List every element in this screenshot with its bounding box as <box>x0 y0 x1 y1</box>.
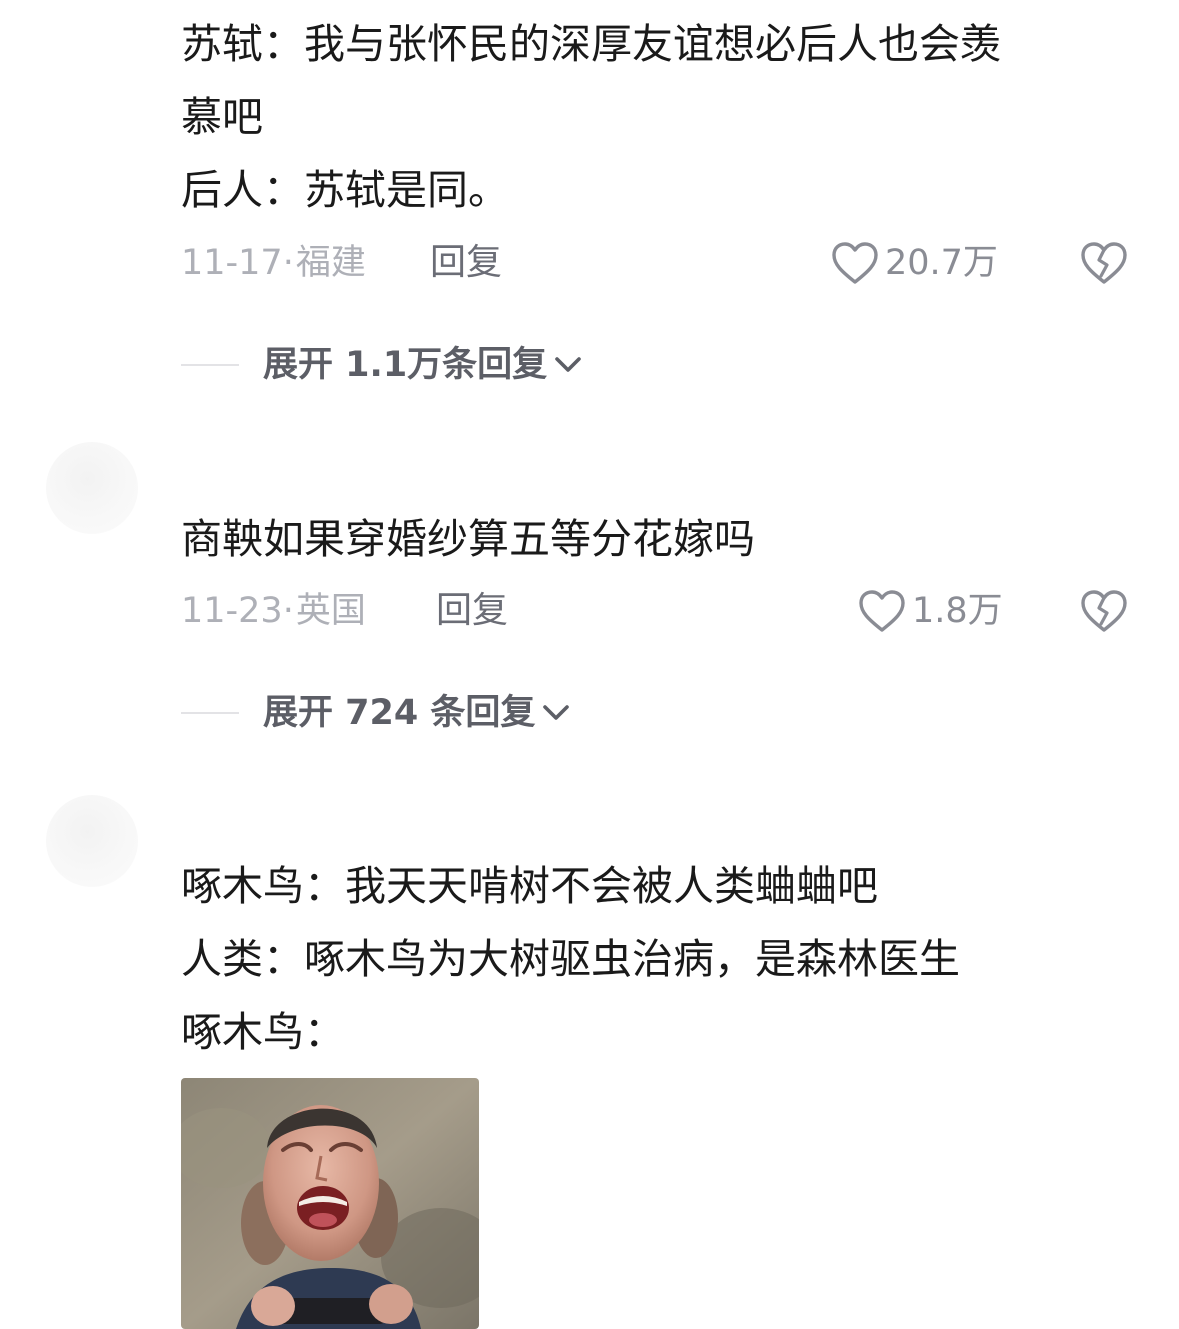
comment-date: 11-17 <box>181 243 283 283</box>
comment-meta: 11-23 · 英国 <box>181 589 366 633</box>
like-button[interactable]: 1.8万 <box>858 589 1003 633</box>
reply-button[interactable]: 回复 <box>430 241 502 285</box>
comment-text: 苏轼：我与张怀民的深厚友谊想必后人也会羡 慕吧 后人：苏轼是同。 <box>181 20 1001 214</box>
like-count: 20.7万 <box>885 243 998 283</box>
comment-date: 11-23 <box>181 591 283 631</box>
avatar[interactable] <box>46 442 138 534</box>
broken-heart-icon[interactable] <box>1080 588 1128 634</box>
chevron-down-icon <box>555 357 582 372</box>
chevron-down-icon <box>543 705 570 720</box>
heart-outline-icon <box>832 242 878 284</box>
like-button[interactable]: 20.7万 <box>831 241 998 285</box>
comment-image[interactable] <box>181 1078 479 1329</box>
comment-text: 商鞅如果穿婚纱算五等分花嫁吗 <box>181 515 755 563</box>
comment-location: 福建 <box>295 243 366 283</box>
expand-replies-label: 展开 724 条回复 <box>263 693 536 733</box>
meta-dot: · <box>282 591 294 631</box>
divider-line <box>181 712 239 714</box>
reply-button[interactable]: 回复 <box>436 589 508 633</box>
expand-replies-button[interactable]: 展开 1.1万条回复 <box>181 343 583 387</box>
meta-dot: · <box>282 243 294 283</box>
like-count: 1.8万 <box>912 591 1003 631</box>
expand-replies-button[interactable]: 展开 724 条回复 <box>181 691 571 735</box>
divider-line <box>181 364 239 366</box>
broken-heart-icon[interactable] <box>1080 240 1128 286</box>
comment-text: 啄木鸟：我天天啃树不会被人类蛐蛐吧 人类：啄木鸟为大树驱虫治病，是森林医生 啄木… <box>181 862 960 1056</box>
avatar[interactable] <box>46 795 138 887</box>
laughing-man-meme-image <box>181 1078 479 1329</box>
comment-location: 英国 <box>295 591 366 631</box>
expand-replies-label: 展开 1.1万条回复 <box>263 345 548 385</box>
heart-outline-icon <box>859 590 905 632</box>
comment-meta: 11-17 · 福建 <box>181 241 366 285</box>
